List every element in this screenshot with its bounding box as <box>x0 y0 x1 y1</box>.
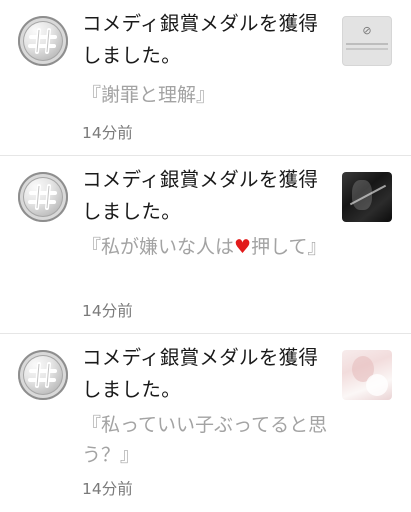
thumbnail-placeholder-lines <box>346 43 388 45</box>
notification-post-title[interactable]: 『謝罪と理解』 <box>82 80 332 110</box>
silver-medal-icon <box>18 350 68 400</box>
notification-item[interactable]: コメディ銀賞メダルを獲得しました。 『私っていい子ぶってると思う？』 14分前 <box>0 334 411 512</box>
post-thumbnail[interactable] <box>342 350 392 400</box>
blocked-content-icon: ⊘ <box>362 24 372 37</box>
post-title-part: 押して』 <box>251 236 327 258</box>
post-thumbnail[interactable]: ⊘ <box>342 16 392 66</box>
notification-post-title[interactable]: 『私が嫌いな人は♥押して』 <box>82 232 332 262</box>
post-thumbnail[interactable] <box>342 172 392 222</box>
notification-timestamp: 14分前 <box>82 124 133 142</box>
silver-medal-icon <box>18 172 68 222</box>
notification-post-title[interactable]: 『私っていい子ぶってると思う？』 <box>82 410 332 470</box>
thumbnail-detail <box>366 374 388 396</box>
notification-item[interactable]: コメディ銀賞メダルを獲得しました。 『謝罪と理解』 14分前 ⊘ <box>0 0 411 156</box>
notification-timestamp: 14分前 <box>82 302 133 320</box>
notification-title: コメディ銀賞メダルを獲得しました。 <box>82 346 319 401</box>
notification-item[interactable]: コメディ銀賞メダルを獲得しました。 『私が嫌いな人は♥押して』 14分前 <box>0 156 411 334</box>
notification-title: コメディ銀賞メダルを獲得しました。 <box>82 168 319 223</box>
post-title-part: 『私が嫌いな人は <box>82 236 235 258</box>
notification-timestamp: 14分前 <box>82 480 133 498</box>
heart-icon: ♥ <box>234 236 252 258</box>
notification-title: コメディ銀賞メダルを獲得しました。 <box>82 12 319 67</box>
notification-feed: コメディ銀賞メダルを獲得しました。 『謝罪と理解』 14分前 ⊘ コメディ銀賞メ… <box>0 0 411 512</box>
silver-medal-icon <box>18 16 68 66</box>
